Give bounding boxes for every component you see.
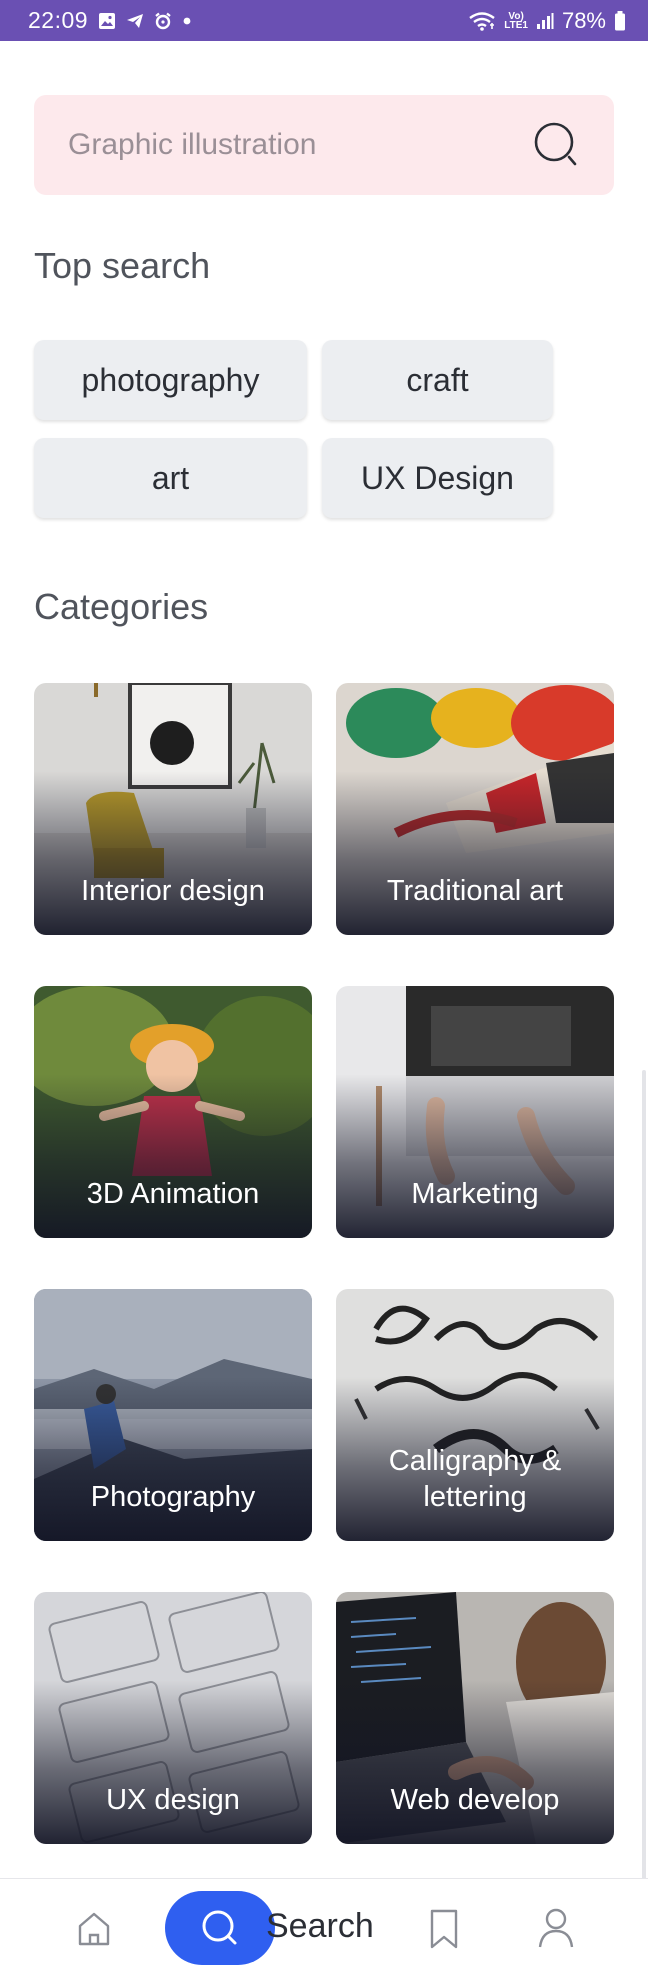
category-label: Web develop: [390, 1784, 560, 1816]
status-time: 22:09: [28, 7, 89, 33]
category-label: Traditional art: [386, 875, 564, 907]
chip-photography[interactable]: photography: [34, 340, 307, 420]
category-card-interior-design[interactable]: Interior design: [34, 683, 312, 935]
home-icon: [78, 1912, 110, 1946]
category-label: UX design: [106, 1784, 240, 1816]
category-card-traditional-art[interactable]: Traditional art: [336, 683, 614, 935]
wifi-icon: [468, 11, 496, 31]
status-bar: 22:09 Vo) LTE1 78%: [0, 0, 648, 41]
lte-bottom-text: LTE1: [504, 19, 528, 31]
top-search-title: Top search: [34, 245, 211, 286]
category-card-marketing[interactable]: Marketing: [336, 986, 614, 1238]
category-card-ux-design[interactable]: UX design: [34, 1592, 312, 1844]
chip-art[interactable]: art: [34, 438, 307, 518]
search-bar[interactable]: [34, 95, 614, 195]
categories-title: Categories: [34, 586, 209, 627]
nav-bookmarks[interactable]: [424, 1907, 464, 1951]
notification-dot-icon: [182, 16, 192, 26]
chip-craft[interactable]: craft: [322, 340, 553, 420]
category-card-calligraphy-lettering[interactable]: Calligraphy & lettering: [336, 1289, 614, 1541]
category-card-photography[interactable]: Photography: [34, 1289, 312, 1541]
bottom-navigation: Search: [0, 1878, 648, 1978]
category-label: Photography: [90, 1481, 256, 1513]
battery-percent: 78%: [561, 7, 606, 33]
profile-icon: [538, 1908, 574, 1948]
telegram-icon: [126, 12, 144, 30]
category-label: Calligraphy & lettering: [388, 1445, 562, 1513]
nav-search[interactable]: [165, 1891, 275, 1965]
battery-icon: [614, 10, 626, 31]
nav-search-label: Search: [266, 1907, 374, 1945]
bookmark-icon: [430, 1909, 458, 1949]
category-card-3d-animation[interactable]: 3D Animation: [34, 986, 312, 1238]
search-input[interactable]: [68, 128, 534, 162]
lte-indicator: Vo) LTE1: [504, 11, 528, 31]
search-icon[interactable]: [534, 122, 580, 168]
category-label: Marketing: [411, 1178, 539, 1210]
scrollbar[interactable]: [642, 1070, 646, 1880]
search-icon: [202, 1910, 237, 1945]
category-label: Interior design: [81, 875, 265, 907]
signal-icon: [536, 12, 554, 30]
alarm-icon: [154, 12, 172, 30]
nav-home[interactable]: [72, 1907, 116, 1951]
category-label: 3D Animation: [86, 1178, 260, 1210]
category-card-web-develop[interactable]: Web develop: [336, 1592, 614, 1844]
chip-ux-design[interactable]: UX Design: [322, 438, 553, 518]
gallery-icon: [98, 12, 116, 30]
nav-profile[interactable]: [534, 1905, 578, 1951]
